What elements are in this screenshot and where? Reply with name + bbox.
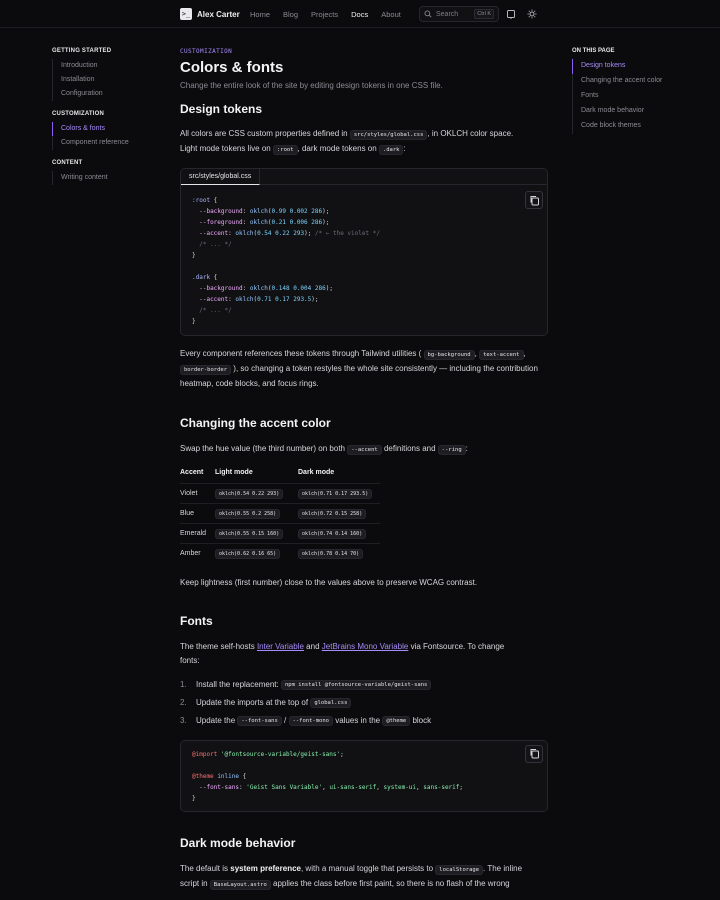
- copy-icon: [530, 195, 539, 205]
- contrast-note: Keep lightness (first number) close to t…: [180, 577, 478, 587]
- copy-code-button[interactable]: [525, 191, 543, 209]
- inline-code: :root: [272, 145, 298, 155]
- toc-item-dark-mode[interactable]: Dark mode behavior: [572, 104, 692, 119]
- inline-code: BaseLayout.astro: [209, 879, 271, 890]
- inline-code: src/styles/global.css: [349, 130, 428, 140]
- article: CUSTOMIZATION Colors & fonts Change the …: [180, 48, 548, 892]
- search-shortcut: Ctrl K: [474, 9, 494, 19]
- nav-blog[interactable]: Blog: [283, 10, 298, 19]
- sidebar-section-title: CUSTOMIZATION: [52, 111, 105, 117]
- copy-code-button[interactable]: [525, 744, 543, 763]
- table-header: Light mode: [215, 469, 253, 476]
- sidebar-item-component-reference[interactable]: Component reference: [52, 136, 162, 150]
- link-inter-variable[interactable]: Inter Variable: [257, 642, 304, 651]
- list-item: 2. Update the imports at the top of glob…: [180, 694, 548, 712]
- sidebar-section-content: CONTENT Writing content: [52, 160, 162, 185]
- fonts-paragraph: The theme self-hosts Inter Variable and …: [180, 641, 505, 665]
- page-eyebrow: CUSTOMIZATION: [180, 48, 233, 55]
- sidebar-section-getting-started: GETTING STARTED Introduction Installatio…: [52, 48, 162, 101]
- table-row: Emerald oklch(0.55 0.15 160) oklch(0.74 …: [180, 523, 380, 544]
- accent-table: Accent Light mode Dark mode Violet oklch…: [180, 469, 380, 564]
- inline-code: --font-sans: [237, 715, 282, 726]
- inline-code: .dark: [378, 145, 404, 155]
- inline-code: @theme: [382, 715, 411, 726]
- table-header: Dark mode: [298, 469, 335, 476]
- code-block-global-css: src/styles/global.css :root { --backgrou…: [180, 168, 548, 336]
- sidebar-item-installation[interactable]: Installation: [52, 73, 162, 87]
- search-button[interactable]: Search Ctrl K: [419, 6, 499, 22]
- nav-home[interactable]: Home: [250, 10, 270, 19]
- brand-name: Alex Carter: [197, 9, 240, 19]
- docs-sidebar: GETTING STARTED Introduction Installatio…: [52, 48, 162, 195]
- sidebar-section-title: GETTING STARTED: [52, 48, 112, 54]
- table-header: Accent: [180, 469, 204, 476]
- toc-item-fonts[interactable]: Fonts: [572, 89, 692, 104]
- inline-code: localStorage: [435, 864, 484, 875]
- nav-projects[interactable]: Projects: [311, 10, 338, 19]
- design-tokens-paragraph: All colors are CSS custom properties def…: [180, 129, 514, 155]
- inline-code: npm install @fontsource-variable/geist-s…: [280, 679, 432, 690]
- list-item: 3. Update the --font-sans / --font-mono …: [180, 715, 432, 726]
- inline-code: --font-mono: [288, 715, 333, 726]
- on-this-page: ON THIS PAGE Design tokens Changing the …: [572, 48, 692, 134]
- main-nav: Home Blog Projects Docs About: [250, 10, 401, 19]
- search-icon: [424, 10, 432, 18]
- inline-code: --accent: [347, 445, 382, 455]
- terminal-icon: >_: [180, 8, 192, 20]
- toc-title: ON THIS PAGE: [572, 48, 615, 54]
- site-header: >_ Alex Carter Home Blog Projects Docs A…: [0, 0, 720, 28]
- heading-fonts: Fonts: [180, 613, 213, 628]
- sidebar-section-title: CONTENT: [52, 160, 83, 166]
- nav-about[interactable]: About: [381, 10, 401, 19]
- tokens-usage-paragraph: Every component references these tokens …: [180, 349, 538, 388]
- heading-dark-mode: Dark mode behavior: [180, 835, 296, 850]
- font-steps-list: 1. Install the replacement: npm install …: [180, 676, 548, 730]
- sidebar-item-colors-fonts[interactable]: Colors & fonts: [52, 122, 162, 136]
- rss-icon[interactable]: [506, 9, 516, 19]
- inline-code: border-border: [180, 365, 232, 375]
- dark-mode-paragraph: The default is system preference, with a…: [180, 863, 523, 890]
- page-lead: Change the entire look of the site by ed…: [180, 81, 443, 90]
- inline-code: --ring: [437, 445, 466, 455]
- list-item: 1. Install the replacement: npm install …: [180, 676, 548, 694]
- copy-icon: [530, 749, 539, 759]
- inline-code: text-accent: [479, 350, 524, 360]
- accent-paragraph: Swap the hue value (the third number) on…: [180, 444, 468, 455]
- code-block-font-import: @import '@fontsource-variable/geist-sans…: [180, 739, 548, 812]
- search-placeholder: Search: [436, 10, 459, 18]
- code-content: @import '@fontsource-variable/geist-sans…: [192, 750, 464, 802]
- sidebar-section-customization: CUSTOMIZATION Colors & fonts Component r…: [52, 111, 162, 150]
- heading-design-tokens: Design tokens: [180, 102, 263, 116]
- code-tab-filename[interactable]: src/styles/global.css: [181, 169, 261, 185]
- link-jetbrains-mono[interactable]: JetBrains Mono Variable: [322, 642, 409, 651]
- table-row: Amber oklch(0.62 0.16 65) oklch(0.78 0.1…: [180, 543, 380, 564]
- sun-icon[interactable]: [527, 9, 537, 19]
- code-tabbar: src/styles/global.css: [181, 169, 547, 185]
- heading-accent-color: Changing the accent color: [180, 416, 331, 430]
- inline-code: global.css: [310, 697, 352, 708]
- toc-item-design-tokens[interactable]: Design tokens: [572, 59, 692, 74]
- page-title: Colors & fonts: [180, 59, 284, 76]
- toc-item-accent-color[interactable]: Changing the accent color: [572, 74, 692, 89]
- sidebar-item-introduction[interactable]: Introduction: [52, 59, 162, 73]
- table-row: Violet oklch(0.54 0.22 293) oklch(0.71 0…: [180, 483, 380, 504]
- inline-code: bg-background: [423, 350, 475, 360]
- sidebar-item-writing-content[interactable]: Writing content: [52, 171, 162, 185]
- nav-docs[interactable]: Docs: [351, 10, 368, 19]
- sidebar-item-configuration[interactable]: Configuration: [52, 87, 162, 101]
- brand-link[interactable]: >_ Alex Carter: [180, 8, 240, 20]
- toc-item-code-themes[interactable]: Code block themes: [572, 119, 692, 134]
- code-content: :root { --background: oklch(0.99 0.002 2…: [192, 197, 380, 325]
- table-row: Blue oklch(0.55 0.2 258) oklch(0.72 0.15…: [180, 503, 380, 524]
